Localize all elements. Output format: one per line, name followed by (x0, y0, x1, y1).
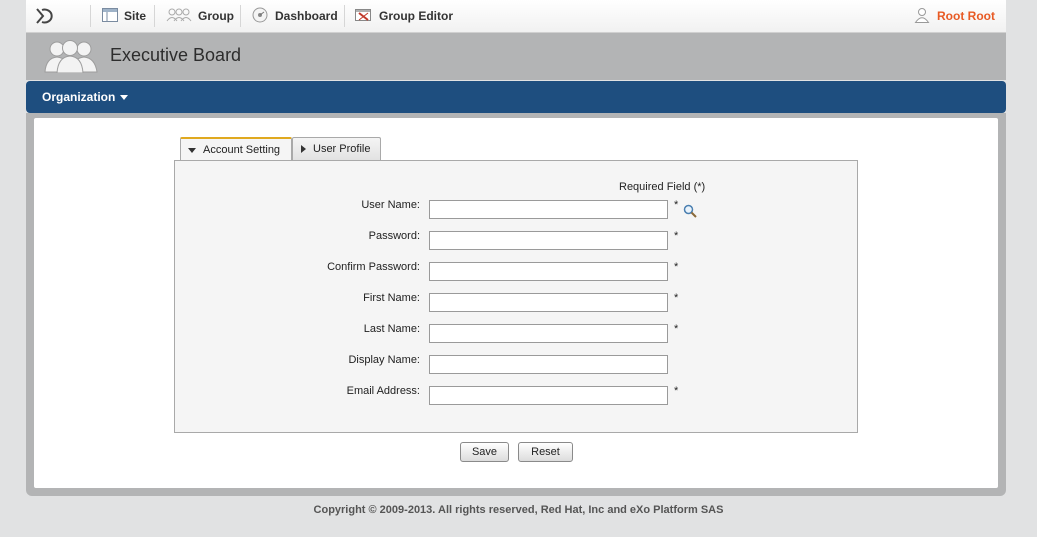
toolbar-group-label: Group (198, 9, 234, 23)
tab-account-setting[interactable]: Account Setting (180, 137, 292, 161)
confirm-password-label: Confirm Password: (327, 261, 420, 273)
user-icon (914, 7, 930, 26)
group-people-icon (40, 39, 100, 76)
first-name-label: First Name: (363, 292, 420, 304)
last-name-input[interactable] (429, 324, 668, 343)
organization-menu-label: Organization (42, 90, 116, 104)
chevron-down-icon (120, 95, 129, 100)
reset-button[interactable]: Reset (518, 442, 573, 462)
display-name-label: Display Name: (348, 354, 420, 366)
first-name-input[interactable] (429, 293, 668, 312)
toolbar-site-label: Site (124, 9, 147, 23)
organization-menu[interactable]: Organization (42, 81, 129, 113)
required-mark: * (674, 323, 679, 335)
exo-logo-icon[interactable] (34, 0, 56, 32)
required-field-note: Required Field (*) (619, 181, 706, 193)
group-icon (166, 8, 192, 25)
display-name-input[interactable] (429, 355, 668, 374)
tab-user-profile[interactable]: User Profile (292, 137, 381, 160)
required-mark: * (674, 292, 679, 304)
navigation-bar: Organization (26, 81, 1006, 113)
toolbar-group-editor-label: Group Editor (379, 9, 453, 23)
email-address-input[interactable] (429, 386, 668, 405)
confirm-password-input[interactable] (429, 262, 668, 281)
save-button[interactable]: Save (460, 442, 509, 462)
copyright-footer: Copyright © 2009-2013. All rights reserv… (313, 504, 724, 516)
user-name: Root Root (937, 9, 995, 23)
user-name-label: User Name: (361, 199, 420, 211)
required-mark: * (674, 199, 679, 211)
toolbar-dashboard[interactable]: Dashboard (252, 0, 338, 32)
toolbar-site[interactable]: Site (102, 0, 146, 32)
toolbar-group[interactable]: Group (166, 0, 234, 32)
caret-down-icon (188, 147, 196, 153)
last-name-label: Last Name: (363, 323, 420, 335)
site-icon (102, 7, 118, 25)
user-menu[interactable]: Root Root (914, 0, 995, 32)
top-toolbar: Site Group Dashboard Group Editor Root R… (26, 0, 1006, 33)
toolbar-group-editor[interactable]: Group Editor (355, 0, 453, 32)
toolbar-dashboard-label: Dashboard (275, 9, 338, 23)
user-name-input[interactable] (429, 200, 668, 219)
page-header: Executive Board (26, 33, 1006, 80)
required-mark: * (674, 261, 679, 273)
password-label: Password: (368, 230, 420, 242)
search-icon[interactable] (683, 204, 697, 221)
tab-user-profile-label: User Profile (313, 143, 371, 155)
caret-right-icon (301, 145, 306, 153)
required-mark: * (674, 385, 679, 397)
page-title: Executive Board (110, 45, 242, 65)
tab-account-setting-label: Account Setting (203, 144, 281, 156)
required-mark: * (674, 230, 679, 242)
dashboard-icon (252, 7, 268, 26)
group-editor-icon (355, 7, 372, 25)
email-address-label: Email Address: (346, 385, 420, 397)
password-input[interactable] (429, 231, 668, 250)
